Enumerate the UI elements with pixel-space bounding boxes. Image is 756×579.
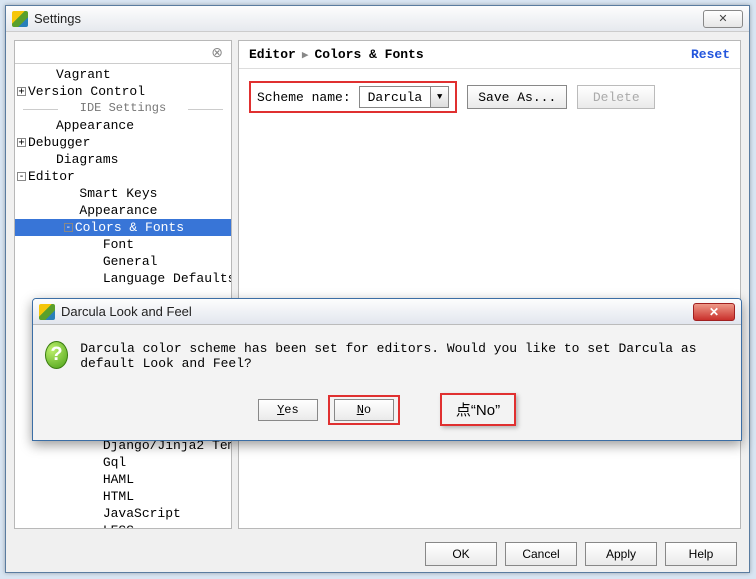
expand-icon[interactable]: + <box>17 138 26 147</box>
scheme-name-combo[interactable]: Darcula ▼ <box>359 86 450 108</box>
tree-item[interactable]: -Colors & Fonts <box>15 219 231 236</box>
collapse-icon[interactable]: - <box>64 223 73 232</box>
tree-separator: IDE Settings <box>15 100 231 117</box>
scheme-name-label: Scheme name: <box>257 90 351 105</box>
yes-button[interactable]: Yes <box>258 399 318 421</box>
tree-item[interactable]: Smart Keys <box>15 185 231 202</box>
breadcrumb-part: Editor <box>249 47 296 62</box>
tree-item[interactable]: Gql <box>15 454 231 471</box>
settings-tree[interactable]: Vagrant+Version ControlIDE Settings Appe… <box>15 64 231 528</box>
app-icon <box>39 304 55 320</box>
no-highlight: No <box>328 395 400 425</box>
tree-item[interactable]: HAML <box>15 471 231 488</box>
tree-item[interactable]: HTML <box>15 488 231 505</box>
dialog-titlebar: Darcula Look and Feel ✕ <box>33 299 741 325</box>
dialog-body: ? Darcula color scheme has been set for … <box>33 325 741 387</box>
tree-item[interactable]: +Debugger <box>15 134 231 151</box>
window-title: Settings <box>34 11 81 26</box>
no-button[interactable]: No <box>334 399 394 421</box>
settings-window: Settings ✕ ⊗ Vagrant+Version ControlIDE … <box>5 5 750 573</box>
annotation-click-no: 点“No” <box>440 393 516 426</box>
tree-item[interactable]: +Version Control <box>15 83 231 100</box>
tree-item[interactable]: General <box>15 253 231 270</box>
scheme-name-value: Darcula <box>360 90 431 105</box>
search-row: ⊗ <box>15 41 231 64</box>
tree-item[interactable]: Font <box>15 236 231 253</box>
search-input[interactable] <box>19 43 207 61</box>
cancel-button[interactable]: Cancel <box>505 542 577 566</box>
tree-item[interactable]: Language Defaults <box>15 270 231 287</box>
window-close-button[interactable]: ✕ <box>703 10 743 28</box>
dialog-buttons: Yes No 点“No” <box>33 387 741 440</box>
delete-button: Delete <box>577 85 655 109</box>
content-area: ⊗ Vagrant+Version ControlIDE Settings Ap… <box>6 32 749 537</box>
scheme-highlight: Scheme name: Darcula ▼ <box>249 81 457 113</box>
chevron-down-icon[interactable]: ▼ <box>430 87 448 107</box>
chevron-right-icon: ▶ <box>302 48 309 62</box>
tree-item[interactable]: Appearance <box>15 117 231 134</box>
breadcrumb: Editor ▶ Colors & Fonts Reset <box>239 41 740 69</box>
breadcrumb-part: Colors & Fonts <box>314 47 423 62</box>
titlebar: Settings ✕ <box>6 6 749 32</box>
ok-button[interactable]: OK <box>425 542 497 566</box>
dialog-close-button[interactable]: ✕ <box>693 303 735 321</box>
apply-button[interactable]: Apply <box>585 542 657 566</box>
save-as-button[interactable]: Save As... <box>467 85 567 109</box>
tree-item[interactable]: Vagrant <box>15 66 231 83</box>
editor-colors-fonts-pane: Editor ▶ Colors & Fonts Reset Scheme nam… <box>238 40 741 529</box>
scheme-row: Scheme name: Darcula ▼ Save As... Delete <box>239 69 740 125</box>
tree-item[interactable]: -Editor <box>15 168 231 185</box>
tree-item[interactable]: LESS <box>15 522 231 528</box>
dialog-message: Darcula color scheme has been set for ed… <box>80 341 729 371</box>
tree-item[interactable]: Diagrams <box>15 151 231 168</box>
question-icon: ? <box>45 341 68 369</box>
confirm-dialog: Darcula Look and Feel ✕ ? Darcula color … <box>32 298 742 441</box>
collapse-icon[interactable]: - <box>17 172 26 181</box>
reset-link[interactable]: Reset <box>691 47 730 62</box>
app-icon <box>12 11 28 27</box>
tree-item[interactable]: Appearance <box>15 202 231 219</box>
settings-tree-pane: ⊗ Vagrant+Version ControlIDE Settings Ap… <box>14 40 232 529</box>
help-button[interactable]: Help <box>665 542 737 566</box>
clear-search-icon[interactable]: ⊗ <box>207 44 227 61</box>
expand-icon[interactable]: + <box>17 87 26 96</box>
dialog-footer: OK Cancel Apply Help <box>6 537 749 571</box>
dialog-title: Darcula Look and Feel <box>61 304 192 319</box>
tree-item[interactable]: JavaScript <box>15 505 231 522</box>
